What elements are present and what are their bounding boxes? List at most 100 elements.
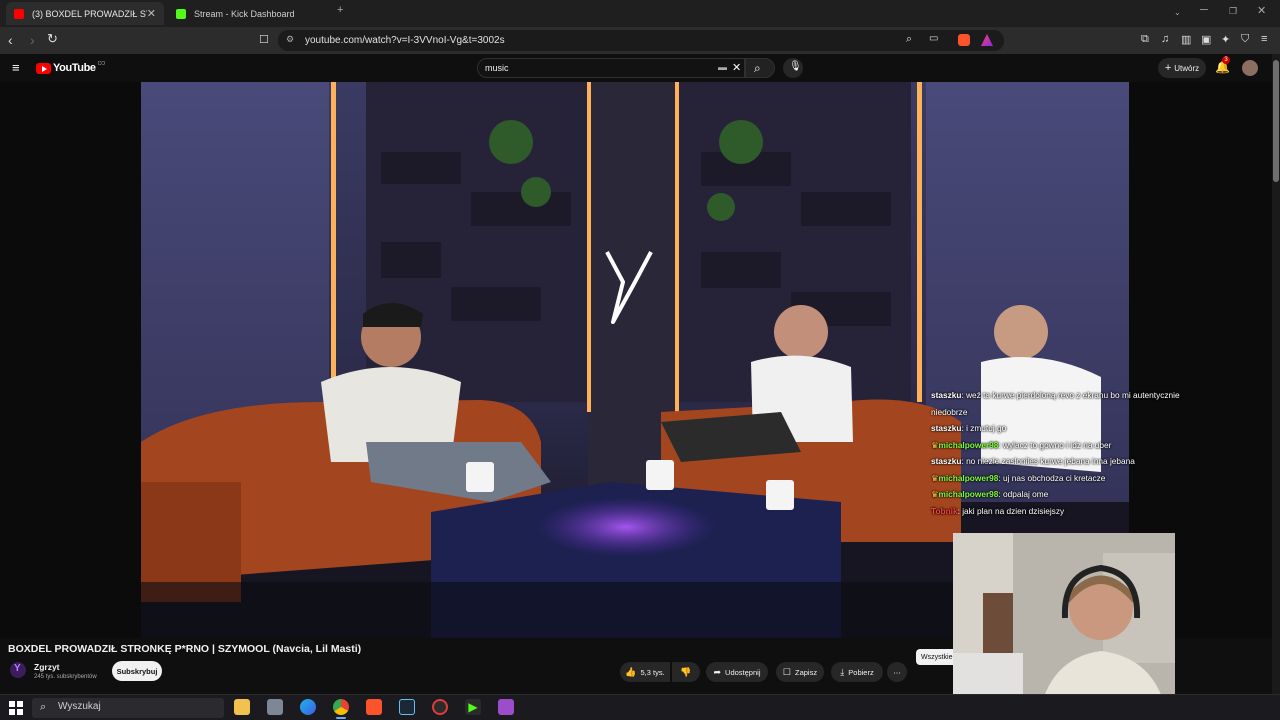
- logo-country-code: CO: [97, 61, 106, 67]
- chat-text: uj nas obchodza ci kretacze: [1003, 472, 1106, 483]
- subscriber-count: 245 tys. subskrybentów: [34, 674, 97, 680]
- reload-icon[interactable]: ↻: [47, 31, 58, 47]
- media-icon[interactable]: ♫: [1161, 33, 1169, 45]
- page-scrollbar-thumb[interactable]: [1273, 60, 1279, 182]
- restore-icon[interactable]: ❐: [1229, 6, 1237, 17]
- cast-icon[interactable]: ▭: [929, 33, 938, 44]
- youtube-logo-text: YouTube: [53, 62, 96, 74]
- chat-message: staszku: weź ta kurwe pierdoloną revo z …: [931, 390, 1180, 417]
- brave-icon[interactable]: [366, 699, 382, 715]
- channel-name[interactable]: Zgrzyt: [34, 662, 60, 672]
- extensions-icon[interactable]: ⧉: [1141, 33, 1149, 46]
- app-icon[interactable]: [267, 699, 283, 715]
- forward-icon[interactable]: ›: [30, 32, 35, 48]
- chat-text: jaki plan na dzien dzisiejszy: [962, 505, 1065, 516]
- share-icon: ➦: [713, 666, 722, 677]
- chat-username: michalpower98: [938, 472, 999, 483]
- video-title: BOXDEL PROWADZIŁ STRONKĘ P*RNO | SZYMOOL…: [8, 643, 362, 655]
- clear-search-icon[interactable]: ✕: [732, 61, 741, 74]
- streaming-app-icon[interactable]: [498, 699, 514, 715]
- file-explorer-icon[interactable]: [234, 699, 250, 715]
- windows-start-icon[interactable]: [9, 701, 23, 715]
- chat-message: Tobnik: jaki plan na dzien dzisiejszy: [931, 505, 1065, 516]
- edge-icon[interactable]: [300, 699, 316, 715]
- close-window-icon[interactable]: ✕: [1257, 4, 1266, 17]
- save-label: Zapisz: [794, 667, 818, 677]
- subscribe-button[interactable]: Subskrybuj: [112, 661, 162, 681]
- chat-username: staszku: [931, 456, 962, 466]
- address-bar: ‹ › ↻ ☐ ⚙ youtube.com/watch?v=I-3VVnoI-V…: [0, 27, 1280, 54]
- channel-logo-icon: Y: [14, 663, 21, 674]
- chrome-icon[interactable]: [333, 699, 349, 715]
- browser-tab-strip: (3) BOXDEL PROWADZIŁ STRONKĘ ✕ Stream - …: [0, 0, 1280, 27]
- youtube-play-icon: [36, 62, 51, 74]
- chat-text: weź ta kurwe pierdoloną revo z ekranu bo…: [931, 390, 1180, 417]
- kick-app-icon[interactable]: ▶: [465, 699, 481, 715]
- tab-title: (3) BOXDEL PROWADZIŁ STRONKĘ: [32, 8, 147, 19]
- tab-title: Stream - Kick Dashboard: [194, 8, 295, 19]
- leo-ai-icon[interactable]: ✦: [1221, 33, 1230, 46]
- chat-message: staszku: no niezle zasloniles kurwe jeba…: [931, 456, 1135, 466]
- channel-avatar[interactable]: Y: [10, 662, 26, 678]
- hamburger-menu-icon[interactable]: ≡: [12, 60, 20, 75]
- minimize-icon[interactable]: ─: [1200, 4, 1208, 16]
- youtube-favicon-icon: [14, 8, 24, 19]
- create-button[interactable]: + Utwórz: [1158, 58, 1206, 78]
- back-icon[interactable]: ‹: [8, 32, 13, 48]
- chat-text: odpalaj ome: [1003, 489, 1049, 499]
- more-actions-button[interactable]: ⋯: [887, 662, 907, 682]
- chip-all[interactable]: Wszystkie: [916, 649, 958, 665]
- microphone-icon: 🎙: [789, 61, 802, 72]
- kick-favicon-icon: [176, 8, 186, 19]
- zoom-icon[interactable]: ⌕: [906, 33, 912, 46]
- thumbs-up-icon: 👍: [625, 666, 637, 677]
- youtube-header: ≡ YouTube CO music ▬ ✕ ⌕ 🎙 🔔 3: [0, 54, 1280, 82]
- tab-search-icon[interactable]: ⌄: [1174, 8, 1181, 17]
- chat-message: ♛michalpower98: uj nas obchodza ci kreta…: [931, 472, 1106, 483]
- search-icon: ⌕: [754, 61, 761, 75]
- like-button[interactable]: 👍 5,3 tys.: [620, 662, 670, 682]
- thumbs-down-icon: 👎: [680, 666, 692, 677]
- close-icon[interactable]: ✕: [147, 7, 156, 20]
- left-gutter: [0, 82, 141, 638]
- download-icon: ⤓: [840, 666, 845, 677]
- search-input[interactable]: music: [485, 63, 509, 73]
- plus-icon: +: [1164, 62, 1172, 74]
- new-tab-icon[interactable]: +: [337, 4, 343, 16]
- download-button[interactable]: ⤓ Pobierz: [831, 662, 883, 682]
- youtube-logo[interactable]: YouTube CO: [36, 61, 106, 74]
- url-text[interactable]: youtube.com/watch?v=I-3VVnoI-Vg&t=3002s: [305, 35, 505, 46]
- brave-shield-icon[interactable]: [958, 34, 970, 46]
- voice-search-button[interactable]: 🎙: [783, 58, 803, 78]
- save-button[interactable]: ☐ Zapisz: [776, 662, 824, 682]
- tab-kick[interactable]: Stream - Kick Dashboard: [168, 2, 328, 25]
- steam-icon[interactable]: [399, 699, 415, 715]
- tab-youtube[interactable]: (3) BOXDEL PROWADZIŁ STRONKĘ ✕: [6, 2, 164, 25]
- chat-text: wylacz to gowno i idz na uber: [1003, 439, 1112, 450]
- chat-username: michalpower98: [938, 439, 999, 450]
- taskbar-search-placeholder[interactable]: Wyszukaj: [58, 701, 101, 712]
- bookmark-icon[interactable]: ☐: [259, 33, 269, 46]
- webcam-overlay: [953, 533, 1175, 720]
- dislike-button[interactable]: 👎: [672, 662, 700, 682]
- create-label: Utwórz: [1174, 63, 1200, 73]
- chat-username: michalpower98: [938, 489, 999, 499]
- chat-text: no niezle zasloniles kurwe jebana inna j…: [966, 456, 1135, 466]
- download-label: Pobierz: [848, 667, 874, 677]
- site-info-icon[interactable]: ⚙: [286, 34, 294, 45]
- sidebar-icon[interactable]: ▥: [1181, 33, 1191, 46]
- windows-taskbar: ⌕: [0, 694, 1280, 720]
- chat-message: ♛michalpower98: odpalaj ome: [931, 489, 1049, 499]
- search-box[interactable]: music ▬ ✕: [477, 58, 745, 78]
- search-button[interactable]: ⌕: [745, 58, 775, 78]
- menu-icon[interactable]: ≡: [1261, 33, 1267, 45]
- keyboard-icon[interactable]: ▬: [718, 62, 727, 72]
- more-icon: ⋯: [893, 667, 901, 677]
- obs-icon[interactable]: [432, 699, 448, 715]
- share-button[interactable]: ➦ Udostępnij: [706, 662, 768, 682]
- chat-username: staszku: [931, 390, 962, 400]
- user-avatar[interactable]: [1242, 60, 1258, 76]
- bookmark-save-icon: ☐: [782, 666, 791, 677]
- wallet-icon[interactable]: ▣: [1201, 33, 1211, 46]
- vpn-icon[interactable]: ⛉: [1241, 33, 1249, 46]
